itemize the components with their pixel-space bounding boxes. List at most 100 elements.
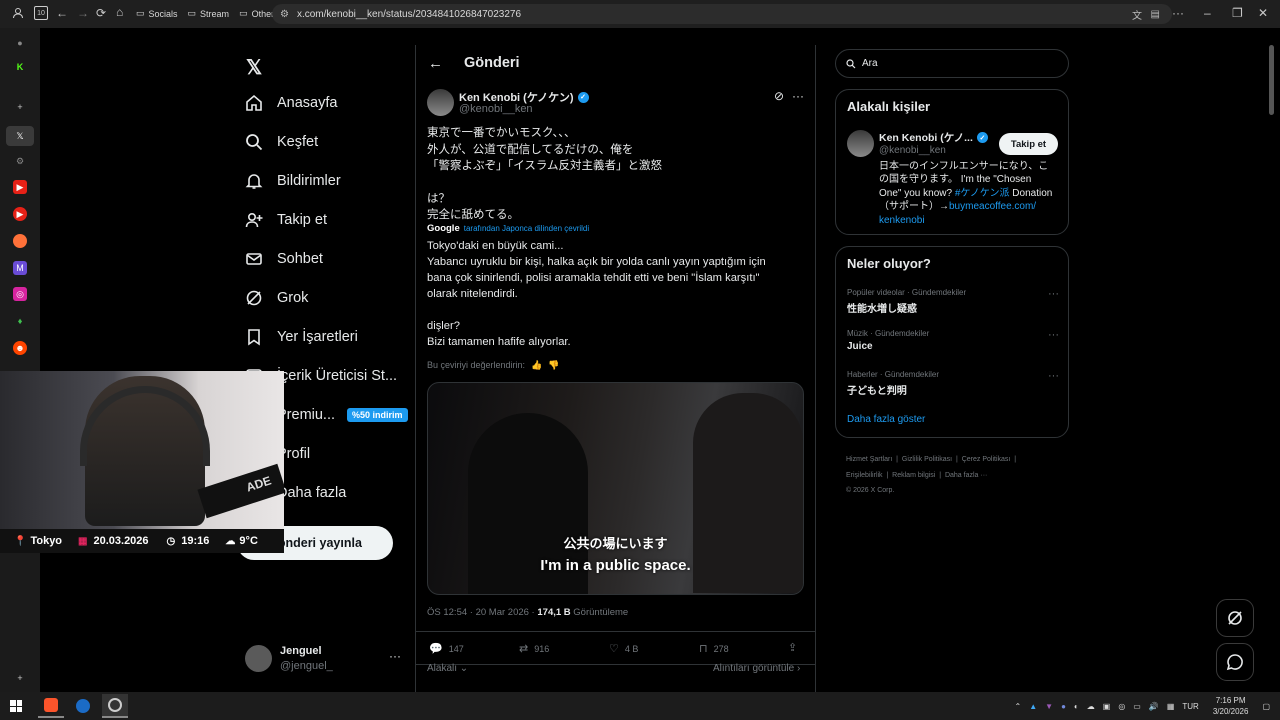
repost-button[interactable]: ⇄ 916 bbox=[519, 642, 549, 655]
like-button[interactable]: ♡ 4 B bbox=[609, 642, 638, 655]
youtube-icon[interactable]: ▶ bbox=[13, 180, 27, 194]
sort-dropdown[interactable]: Alakalı ⌄ bbox=[427, 663, 468, 674]
footer-link[interactable]: Hizmet Şartları bbox=[846, 456, 892, 463]
author-avatar[interactable] bbox=[427, 89, 454, 116]
footer-link[interactable]: Reklam bilgisi bbox=[892, 472, 935, 479]
thumbs-up-icon[interactable]: 👍 bbox=[531, 360, 542, 371]
menu-icon[interactable]: ··· bbox=[1172, 6, 1184, 20]
search-box[interactable]: Ara bbox=[835, 49, 1069, 78]
address-bar[interactable]: ⚙ x.com/kenobi__ken/status/2034841026847… bbox=[272, 4, 1172, 24]
clock[interactable]: 7:16 PM 3/20/2026 bbox=[1213, 695, 1249, 717]
forward-icon[interactable]: → bbox=[77, 6, 89, 20]
nav-follow[interactable]: Takip et bbox=[245, 211, 327, 229]
trend-item[interactable]: Popüler videolar · Gündemdekiler 性能水増し疑惑… bbox=[847, 288, 1059, 315]
post-video[interactable]: 公共の場にいます I'm in a public space. bbox=[427, 382, 804, 595]
nav-explore[interactable]: Keşfet bbox=[245, 133, 318, 151]
restore-icon[interactable]: ❐ bbox=[1232, 6, 1243, 20]
close-window-icon[interactable]: ✕ bbox=[1258, 6, 1268, 20]
volume-icon[interactable]: 🔊 bbox=[1149, 702, 1159, 711]
view-quotes-link[interactable]: Alıntıları görüntüle › bbox=[713, 663, 800, 674]
brave-taskbar-icon[interactable] bbox=[38, 694, 64, 718]
footer-link[interactable]: Daha fazla ··· bbox=[945, 472, 987, 479]
kick-icon[interactable]: K bbox=[13, 60, 27, 74]
windows-start-icon[interactable] bbox=[10, 700, 22, 712]
add-app-icon[interactable]: + bbox=[13, 671, 27, 685]
chat-float-button[interactable] bbox=[1216, 643, 1254, 681]
translated-from-link[interactable]: tarafından Japonca dilinden çevrildi bbox=[464, 224, 589, 233]
leaf-icon[interactable]: ♦ bbox=[13, 314, 27, 328]
tray-app-icon[interactable]: ◐ bbox=[1074, 702, 1079, 711]
instagram-icon[interactable]: ◎ bbox=[13, 287, 27, 301]
account-menu-icon[interactable]: ··· bbox=[389, 649, 401, 663]
minimize-icon[interactable]: – bbox=[1204, 6, 1211, 20]
trend-more-icon[interactable]: ··· bbox=[1048, 329, 1059, 341]
tabs-icon[interactable]: 10 bbox=[34, 6, 48, 20]
tray-app-icon[interactable]: ▣ bbox=[1103, 702, 1111, 711]
steam-taskbar-icon[interactable] bbox=[70, 694, 96, 718]
add-tab-icon[interactable]: + bbox=[13, 100, 27, 114]
tray-app-icon[interactable]: ☁ bbox=[1087, 702, 1095, 711]
bookmark-socials[interactable]: ▭ Socials bbox=[136, 8, 178, 19]
bio-hashtag-link[interactable]: #ケノケン派 bbox=[955, 188, 1010, 199]
reader-icon[interactable]: ▤ bbox=[1151, 9, 1160, 20]
back-icon[interactable]: ← bbox=[56, 6, 68, 20]
home-icon[interactable]: ⌂ bbox=[116, 5, 123, 19]
reply-button[interactable]: 💬 147 bbox=[429, 642, 464, 655]
tray-app-icon[interactable]: ▼ bbox=[1045, 702, 1053, 711]
tray-chevron-icon[interactable]: ⌃ bbox=[1015, 702, 1022, 711]
trend-more-icon[interactable]: ··· bbox=[1048, 288, 1059, 300]
bell-icon bbox=[245, 174, 263, 189]
trend-more-icon[interactable]: ··· bbox=[1048, 370, 1059, 382]
site-settings-icon[interactable]: ⚙ bbox=[280, 9, 289, 20]
person-handle[interactable]: @kenobi__ken bbox=[879, 145, 946, 156]
bookmark-stream[interactable]: ▭ Stream bbox=[188, 8, 230, 19]
author-handle[interactable]: @kenobi__ken bbox=[459, 103, 533, 115]
scrollbar[interactable] bbox=[1269, 45, 1274, 115]
tray-app-icon[interactable]: ▲ bbox=[1029, 702, 1037, 711]
person-name[interactable]: Ken Kenobi (ケノ... ✓ bbox=[879, 130, 988, 145]
footer-link[interactable]: Gizlilik Politikası bbox=[902, 456, 952, 463]
grok-float-button[interactable] bbox=[1216, 599, 1254, 637]
notification-icon[interactable]: ▢ bbox=[1262, 702, 1270, 711]
reddit-icon[interactable]: ☻ bbox=[13, 341, 27, 355]
nav-bookmarks[interactable]: Yer İşaretleri bbox=[245, 328, 358, 346]
bookmark-button[interactable]: ⊓ 278 bbox=[699, 642, 729, 655]
translate-icon[interactable]: 文 bbox=[1132, 7, 1142, 22]
network-icon[interactable]: ▭ bbox=[1133, 702, 1141, 711]
nav-grok[interactable]: Grok bbox=[245, 289, 308, 307]
footer-link[interactable]: Çerez Politikası bbox=[962, 456, 1011, 463]
language-indicator[interactable]: TUR bbox=[1182, 702, 1198, 711]
obs-taskbar-icon[interactable] bbox=[102, 694, 128, 718]
account-switcher[interactable]: Jenguel @jenguel_ ··· bbox=[245, 643, 405, 675]
timestamp[interactable]: ÖS 12:54 · 20 Mar 2026 · bbox=[427, 607, 535, 618]
x-tab-icon[interactable]: 𝕏 bbox=[6, 126, 34, 146]
webcam-overlay: ADE bbox=[0, 371, 284, 529]
trend-item[interactable]: Müzik · Gündemdekiler Juice ··· bbox=[847, 329, 1059, 352]
x-logo-icon[interactable]: 𝕏 bbox=[246, 55, 262, 80]
footer-link[interactable]: Erişilebilirlik bbox=[846, 472, 883, 479]
reload-icon[interactable]: ⟳ bbox=[96, 6, 106, 20]
extension-icon[interactable]: ● bbox=[13, 36, 27, 50]
profile-icon[interactable] bbox=[12, 7, 24, 19]
grok-explain-icon[interactable]: ⊘ bbox=[774, 89, 784, 103]
bio-link[interactable]: buymeacoffee.com/ bbox=[949, 201, 1036, 212]
post-more-icon[interactable]: ··· bbox=[792, 89, 804, 103]
gmail-icon[interactable]: M bbox=[13, 261, 27, 275]
nav-home[interactable]: Anasayfa bbox=[245, 94, 337, 112]
youtube-music-icon[interactable]: ▶ bbox=[13, 207, 27, 221]
firefox-icon[interactable] bbox=[13, 234, 27, 248]
person-avatar[interactable] bbox=[847, 130, 874, 157]
trend-item[interactable]: Haberler · Gündemdekiler 子どもと判明 ··· bbox=[847, 370, 1059, 397]
nav-notifications[interactable]: Bildirimler bbox=[245, 172, 341, 190]
bio-link-cont[interactable]: kenkenobi bbox=[879, 214, 1061, 227]
share-icon[interactable]: ⇪ bbox=[788, 641, 797, 654]
tray-app-icon[interactable]: ▦ bbox=[1167, 702, 1175, 711]
follow-button[interactable]: Takip et bbox=[999, 133, 1058, 155]
back-arrow-icon[interactable]: ← bbox=[428, 55, 443, 72]
show-more-link[interactable]: Daha fazla göster bbox=[847, 414, 925, 425]
tray-app-icon[interactable]: ◎ bbox=[1118, 702, 1125, 711]
discord-icon[interactable]: ● bbox=[1061, 702, 1066, 711]
nav-chat[interactable]: Sohbet bbox=[245, 250, 323, 268]
thumbs-down-icon[interactable]: 👎 bbox=[548, 360, 559, 371]
settings-tab-icon[interactable]: ⚙ bbox=[13, 154, 27, 168]
